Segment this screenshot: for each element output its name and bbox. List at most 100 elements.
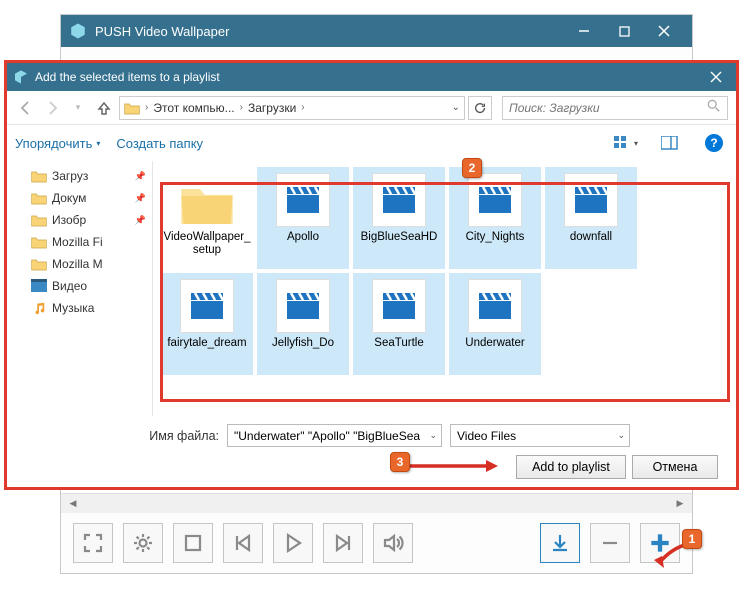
app-logo-icon xyxy=(69,22,87,40)
back-button[interactable] xyxy=(15,97,37,119)
search-box[interactable] xyxy=(502,96,728,120)
command-bar: Упорядочить ▾ Создать папку ▾ ? xyxy=(7,125,736,161)
dialog-title: Add the selected items to a playlist xyxy=(35,70,702,84)
dialog-titlebar: Add the selected items to a playlist xyxy=(7,63,736,91)
close-button[interactable] xyxy=(644,15,684,47)
minimize-button[interactable] xyxy=(564,15,604,47)
next-button[interactable] xyxy=(323,523,363,563)
playlist-scrollbar[interactable]: ◀ ▶ xyxy=(61,493,692,513)
sidebar-item[interactable]: Докум📌 xyxy=(7,187,152,209)
refresh-button[interactable] xyxy=(468,96,492,120)
file-open-dialog: Add the selected items to a playlist ▾ ›… xyxy=(4,60,739,490)
remove-button[interactable] xyxy=(590,523,630,563)
prev-button[interactable] xyxy=(223,523,263,563)
fullscreen-button[interactable] xyxy=(73,523,113,563)
sidebar-item-label: Загруз xyxy=(52,169,88,183)
file-item[interactable]: Jellyfish_Do xyxy=(257,273,349,375)
annotation-badge-2: 2 xyxy=(462,158,482,178)
sidebar-item[interactable]: Изобр 📌 xyxy=(7,209,152,231)
file-item[interactable]: Apollo xyxy=(257,167,349,269)
sidebar-item-label: Видео xyxy=(52,279,87,293)
search-icon xyxy=(707,99,721,116)
video-thumb xyxy=(468,173,522,227)
file-item[interactable]: BigBlueSeaHD xyxy=(353,167,445,269)
sidebar-item[interactable]: Mozilla Fi xyxy=(7,231,152,253)
organize-menu[interactable]: Упорядочить ▾ xyxy=(15,136,100,151)
search-input[interactable] xyxy=(509,101,707,115)
dialog-logo-icon xyxy=(13,69,29,85)
address-dropdown[interactable]: ⌄ xyxy=(452,102,460,113)
folder-icon xyxy=(124,101,140,115)
file-item[interactable]: Underwater xyxy=(449,273,541,375)
video-thumb xyxy=(372,279,426,333)
clapperboard-icon xyxy=(383,293,415,319)
clapperboard-icon xyxy=(575,187,607,213)
file-item[interactable]: downfall xyxy=(545,167,637,269)
file-label: downfall xyxy=(547,231,635,244)
scroll-right-icon[interactable]: ▶ xyxy=(672,496,688,512)
up-button[interactable] xyxy=(93,97,115,119)
preview-pane-button[interactable] xyxy=(656,132,684,154)
sidebar-item[interactable]: Mozilla M xyxy=(7,253,152,275)
sidebar-item[interactable]: Музыка xyxy=(7,297,152,319)
navigation-sidebar: Загруз 📌 Докум📌 Изобр 📌 Mozilla FiMozilla M Ви… xyxy=(7,161,153,416)
sidebar-item-label: Изобр xyxy=(52,213,86,227)
video-thumb xyxy=(468,279,522,333)
video-thumb xyxy=(564,173,618,227)
file-label: Apollo xyxy=(259,231,347,244)
video-thumb xyxy=(276,279,330,333)
stop-button[interactable] xyxy=(173,523,213,563)
annotation-arrow xyxy=(408,458,498,474)
clapperboard-icon xyxy=(287,293,319,319)
file-item[interactable]: City_Nights xyxy=(449,167,541,269)
play-button[interactable] xyxy=(273,523,313,563)
breadcrumb-segment[interactable]: Этот компью... xyxy=(153,101,234,115)
download-button[interactable] xyxy=(540,523,580,563)
breadcrumb-segment[interactable]: Загрузки xyxy=(248,101,296,115)
player-panel: ◀ ▶ xyxy=(60,493,693,574)
file-label: City_Nights xyxy=(451,231,539,244)
chevron-right-icon: › xyxy=(237,102,246,113)
sidebar-item[interactable]: Видео xyxy=(7,275,152,297)
file-label: Underwater xyxy=(451,337,539,350)
file-item[interactable]: SeaTurtle xyxy=(353,273,445,375)
file-label: SeaTurtle xyxy=(355,337,443,350)
pin-icon: 📌 xyxy=(135,171,146,182)
file-label: BigBlueSeaHD xyxy=(355,231,443,244)
chevron-right-icon: › xyxy=(142,102,151,113)
bg-titlebar: PUSH Video Wallpaper xyxy=(61,15,692,47)
maximize-button[interactable] xyxy=(604,15,644,47)
clapperboard-icon xyxy=(383,187,415,213)
pin-icon: 📌 xyxy=(135,215,146,226)
filetype-combo[interactable]: Video Files⌄ xyxy=(450,424,630,447)
address-bar[interactable]: › Этот компью... › Загрузки › ⌄ xyxy=(119,96,465,120)
sidebar-item-label: Музыка xyxy=(52,301,94,315)
sidebar-item-label: Докум xyxy=(52,191,86,205)
filename-combo[interactable]: "Underwater" "Apollo" "BigBlueSea⌄ xyxy=(227,424,442,447)
dialog-close-button[interactable] xyxy=(702,63,730,91)
file-item[interactable]: VideoWallpaper_setup xyxy=(161,167,253,269)
clapperboard-icon xyxy=(479,187,511,213)
file-label: VideoWallpaper_setup xyxy=(163,231,251,257)
sidebar-item[interactable]: Загруз 📌 xyxy=(7,165,152,187)
add-to-playlist-button[interactable]: Add to playlist xyxy=(516,455,626,479)
settings-button[interactable] xyxy=(123,523,163,563)
volume-button[interactable] xyxy=(373,523,413,563)
clapperboard-icon xyxy=(191,293,223,319)
scroll-left-icon[interactable]: ◀ xyxy=(65,496,81,512)
view-mode-button[interactable]: ▾ xyxy=(612,132,640,154)
file-label: Jellyfish_Do xyxy=(259,337,347,350)
forward-button[interactable] xyxy=(41,97,63,119)
file-grid[interactable]: VideoWallpaper_setup Apollo BigBlueSeaHD Ci… xyxy=(153,161,736,416)
video-thumb xyxy=(372,173,426,227)
annotation-badge-1: 1 xyxy=(682,529,702,549)
chevron-right-icon: › xyxy=(298,102,307,113)
filename-label: Имя файла: xyxy=(19,429,219,443)
new-folder-button[interactable]: Создать папку xyxy=(116,136,203,151)
annotation-badge-3: 3 xyxy=(390,452,410,472)
file-item[interactable]: fairytale_dream xyxy=(161,273,253,375)
clapperboard-icon xyxy=(287,187,319,213)
recent-dropdown[interactable]: ▾ xyxy=(67,97,89,119)
cancel-button[interactable]: Отмена xyxy=(632,455,718,479)
help-button[interactable]: ? xyxy=(700,132,728,154)
